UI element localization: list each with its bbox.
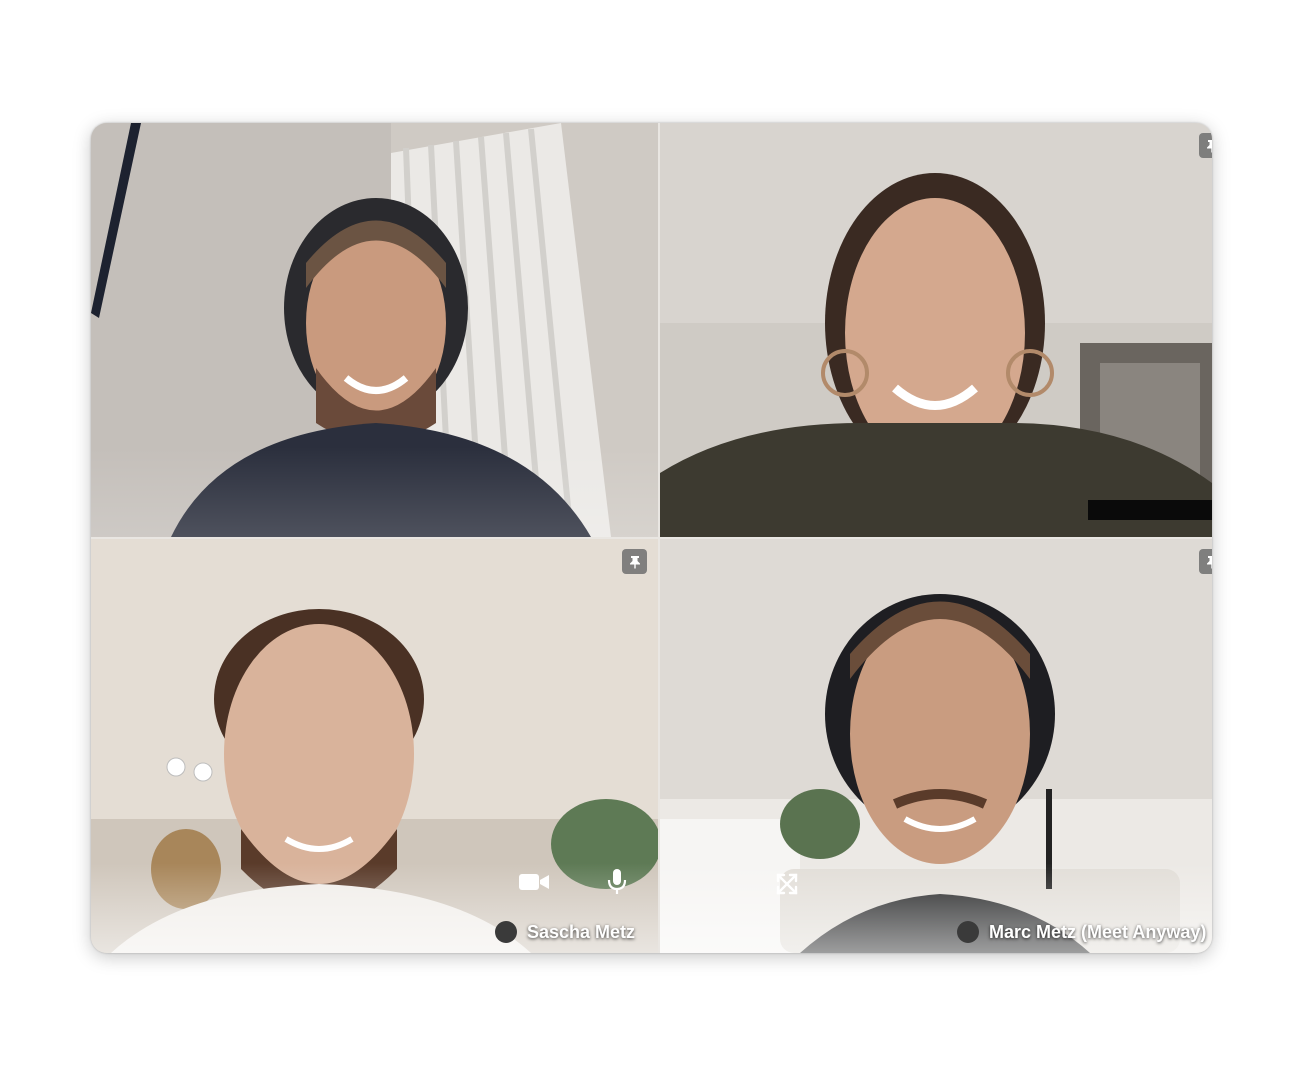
video-call-window: Sascha Metz Marc Metz (Meet Anyway) — [91, 123, 1212, 953]
video-artifact-bar — [1088, 500, 1212, 520]
video-tile-bottom-right[interactable]: Marc Metz (Meet Anyway) — [660, 539, 1212, 953]
pin-icon — [629, 555, 640, 568]
participant-name-tag: Marc Metz (Meet Anyway) — [957, 921, 1206, 943]
pin-icon — [1206, 555, 1212, 568]
expand-icon — [776, 873, 798, 895]
video-tile-top-left[interactable] — [91, 123, 658, 537]
avatar — [957, 921, 979, 943]
participant-name: Marc Metz (Meet Anyway) — [989, 921, 1207, 942]
participant-name: Sascha Metz — [526, 921, 635, 942]
video-camera-icon — [519, 874, 549, 890]
microphone-icon — [607, 869, 627, 894]
pin-button[interactable] — [1199, 133, 1212, 158]
video-tile-bottom-left[interactable]: Sascha Metz — [91, 539, 658, 953]
microphone-toggle-button[interactable] — [604, 867, 630, 897]
participant-video — [660, 123, 1212, 537]
video-tile-top-right[interactable] — [660, 123, 1212, 537]
pin-icon — [1206, 139, 1212, 152]
pin-button[interactable] — [1199, 549, 1212, 574]
participant-name-tag: Sascha Metz — [494, 921, 635, 943]
tile-gradient — [91, 447, 658, 537]
avatar — [494, 921, 517, 943]
camera-toggle-button[interactable] — [517, 869, 551, 895]
fullscreen-button[interactable] — [773, 870, 801, 898]
pin-button[interactable] — [622, 549, 647, 574]
